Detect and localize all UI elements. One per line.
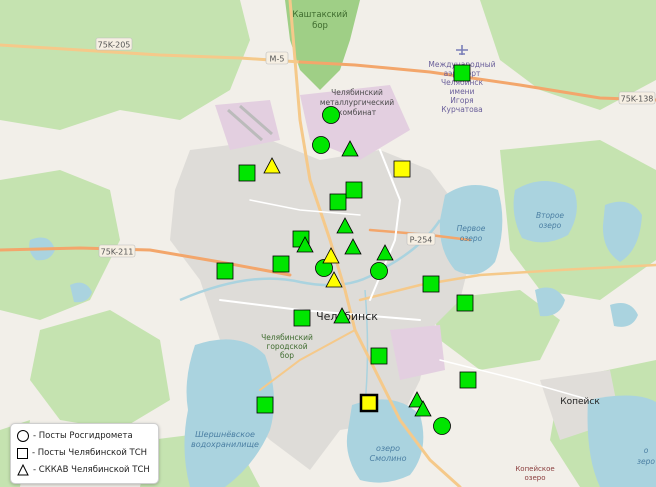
tsn-post-marker-s11[interactable]	[293, 309, 311, 327]
tsn-post-marker-s14[interactable]	[256, 396, 274, 414]
tsn-post-marker-s13[interactable]	[459, 371, 477, 389]
tsn-post-marker-s1[interactable]	[453, 64, 471, 82]
legend-label-rosgidromet: - Посты Росгидромета	[33, 431, 133, 441]
label-metallurgical-2: металлургический	[320, 98, 394, 107]
label-airport-4: имени	[450, 87, 475, 96]
rosgidromet-marker-c5[interactable]	[433, 417, 451, 435]
triangle-icon	[17, 463, 29, 476]
tsn-post-marker-s12[interactable]	[370, 347, 388, 365]
legend-item-tsn-posts: - Посты Челябинской ТСН	[17, 446, 147, 460]
road-shield-r3: 75K-138	[618, 91, 656, 105]
svg-text:75K-211: 75K-211	[101, 248, 134, 257]
label-lake-second-2: озеро	[539, 221, 562, 230]
label-airport-5: Игоря	[450, 96, 473, 105]
svg-text:75K-205: 75K-205	[98, 41, 131, 50]
road-shield-r5: P-254	[406, 232, 436, 246]
label-kashtak-forest-2: бор	[312, 21, 328, 31]
label-metallurgical-1: Челябинский	[331, 88, 383, 97]
tsn-post-marker-s10[interactable]	[456, 294, 474, 312]
svg-text:M-5: M-5	[270, 55, 285, 64]
tsn-post-marker-s4[interactable]	[345, 181, 363, 199]
label-kopeysk: Копейск	[560, 397, 600, 407]
legend-label-skkav: - СККАВ Челябинской ТСН	[33, 465, 150, 475]
rosgidromet-marker-c2[interactable]	[312, 136, 330, 154]
label-kopeysk-lake-1: Копейское	[515, 465, 554, 473]
legend-item-skkav: - СККАВ Челябинской ТСН	[17, 463, 150, 477]
label-kashtak-forest-1: Каштакский	[292, 10, 347, 20]
road-shield-r2: M-5	[265, 51, 289, 65]
label-lake-first-1: Первое	[457, 224, 486, 233]
map-legend: - Посты Росгидромета - Посты Челябинской…	[10, 423, 159, 484]
tsn-post-marker-s7[interactable]	[272, 255, 290, 273]
road-shield-r4: 75K-211	[98, 244, 136, 258]
circle-icon	[17, 430, 29, 442]
tsn-post-marker-s3[interactable]	[393, 160, 411, 178]
label-city-forest-1: Челябинский	[261, 333, 313, 342]
rosgidromet-marker-c4[interactable]	[370, 262, 388, 280]
label-smolino-2: Смолино	[370, 454, 407, 463]
label-smolino-1: озеро	[376, 444, 400, 453]
label-shershni-1: Шершнёвское	[195, 430, 255, 439]
label-lake-first-2: озеро	[460, 234, 483, 243]
svg-text:P-254: P-254	[410, 236, 433, 245]
label-city-forest-2: городской	[266, 342, 307, 351]
legend-item-rosgidromet: - Посты Росгидромета	[17, 429, 133, 443]
city-map[interactable]: 75K-205 M-5 75K-138 75K-211 P-254 Каштак…	[0, 0, 656, 487]
tsn-post-marker-s2[interactable]	[238, 164, 256, 182]
label-small-lake-1: о	[644, 446, 649, 455]
lake-smolino	[346, 399, 424, 483]
svg-text:75K-138: 75K-138	[621, 95, 654, 104]
label-small-lake-2: зеро	[637, 457, 655, 466]
tsn-post-marker-s9[interactable]	[422, 275, 440, 293]
road-shield-r1: 75K-205	[95, 37, 133, 51]
square-icon	[17, 447, 28, 459]
legend-label-tsn-posts: - Посты Челябинской ТСН	[32, 448, 148, 458]
tsn-post-marker-s16[interactable]	[359, 393, 379, 413]
label-shershni-2: водохранилище	[191, 440, 259, 449]
tsn-post-marker-s8[interactable]	[216, 262, 234, 280]
label-metallurgical-3: комбинат	[338, 108, 377, 117]
label-airport-6: Курчатова	[441, 105, 483, 114]
tsn-post-marker-s5[interactable]	[329, 193, 347, 211]
label-lake-second-1: Второе	[536, 211, 564, 220]
rosgidromet-marker-c1[interactable]	[322, 106, 340, 124]
label-city-forest-3: бор	[280, 351, 294, 360]
label-kopeysk-lake-2: озеро	[524, 474, 545, 482]
